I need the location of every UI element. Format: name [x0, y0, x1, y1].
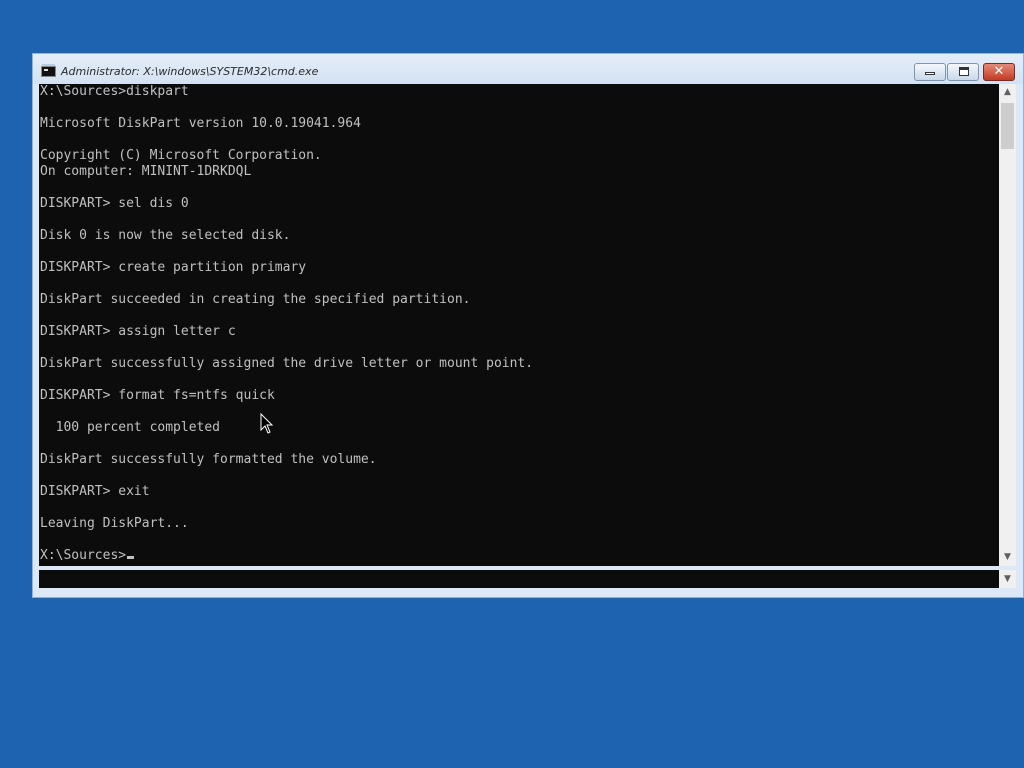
console-line: Leaving DiskPart... [40, 516, 189, 531]
text-cursor [127, 556, 135, 559]
cmd-icon [41, 64, 56, 77]
window-title: Administrator: X:\windows\SYSTEM32\cmd.e… [61, 65, 319, 78]
console-line: DiskPart successfully formatted the volu… [40, 452, 377, 467]
console-line: On computer: MININT-1DRKDQL [40, 164, 252, 179]
console-line: Copyright (C) Microsoft Corporation. [40, 148, 322, 163]
lower-scroll-arrow-icon[interactable]: ▼ [999, 570, 1016, 588]
console-line: Disk 0 is now the selected disk. [40, 228, 291, 243]
close-button[interactable]: ✕ [983, 63, 1015, 81]
console-line: DISKPART> assign letter c [40, 324, 236, 339]
scroll-up-arrow-icon[interactable]: ▲ [999, 84, 1016, 101]
maximize-button[interactable] [947, 63, 979, 81]
maximize-icon [959, 67, 969, 76]
vertical-scrollbar[interactable]: ▲ ▼ [999, 84, 1016, 566]
lower-console-pane [39, 570, 999, 588]
scroll-thumb[interactable] [1001, 103, 1014, 149]
console-line: DISKPART> sel dis 0 [40, 196, 189, 211]
minimize-button[interactable] [914, 63, 946, 81]
console-line: DISKPART> format fs=ntfs quick [40, 388, 275, 403]
prompt-text: X:\Sources> [40, 548, 127, 563]
console-line: DiskPart succeeded in creating the speci… [40, 292, 471, 307]
console-line: Microsoft DiskPart version 10.0.19041.96… [40, 116, 361, 131]
scroll-down-arrow-icon[interactable]: ▼ [999, 549, 1016, 566]
prompt-line[interactable]: X:\Sources> [39, 548, 999, 564]
desktop: { "window": { "title": "Administrator: X… [0, 0, 1024, 768]
console-line: 100 percent completed [40, 420, 221, 435]
minimize-icon [925, 72, 935, 75]
cmd-window: Administrator: X:\windows\SYSTEM32\cmd.e… [32, 53, 1024, 598]
title-bar[interactable]: Administrator: X:\windows\SYSTEM32\cmd.e… [33, 54, 1023, 84]
console-line: DiskPart successfully assigned the drive… [40, 356, 534, 371]
console-line: X:\Sources>diskpart [40, 84, 189, 99]
console-line: DISKPART> create partition primary [40, 260, 307, 275]
console-line: DISKPART> exit [40, 484, 150, 499]
console-output[interactable]: X:\Sources>diskpart Microsoft DiskPart v… [39, 84, 999, 566]
mouse-pointer-icon [260, 413, 274, 434]
close-icon: ✕ [993, 64, 1005, 79]
